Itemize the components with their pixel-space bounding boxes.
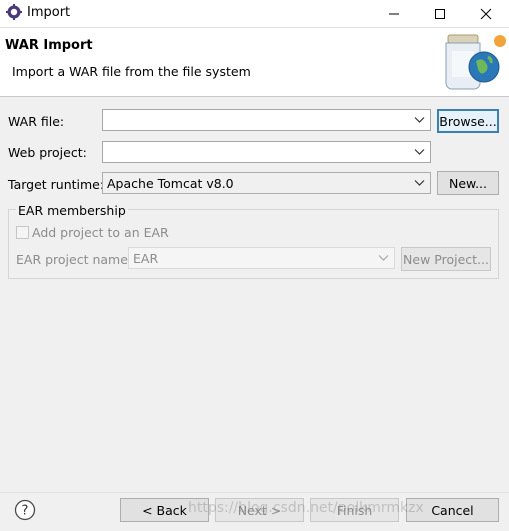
- ear-project-value: EAR: [133, 251, 159, 266]
- window-titlebar: Import: [0, 0, 509, 28]
- ear-project-combo[interactable]: EAR: [128, 247, 395, 269]
- back-button[interactable]: < Back: [120, 498, 209, 522]
- maximize-button[interactable]: [417, 0, 463, 27]
- target-runtime-label: Target runtime:: [8, 177, 105, 192]
- close-icon: [480, 8, 492, 19]
- minimize-button[interactable]: [371, 0, 417, 27]
- chevron-down-icon: [414, 117, 425, 123]
- web-project-combo[interactable]: [102, 141, 431, 163]
- browse-button[interactable]: Browse...: [437, 109, 499, 133]
- wizard-banner: WAR Import Import a WAR file from the fi…: [0, 28, 509, 97]
- svg-text:?: ?: [22, 504, 29, 519]
- eclipse-gear-icon: [6, 4, 22, 20]
- maximize-icon: [435, 8, 445, 19]
- help-question-icon[interactable]: ?: [14, 499, 36, 521]
- new-runtime-button[interactable]: New...: [437, 171, 499, 195]
- cancel-button[interactable]: Cancel: [406, 498, 499, 522]
- chevron-down-icon: [378, 255, 389, 261]
- target-runtime-value: Apache Tomcat v8.0: [107, 176, 234, 191]
- chevron-down-icon: [414, 149, 425, 155]
- footer-divider: [0, 492, 509, 493]
- chevron-down-icon: [414, 180, 425, 186]
- ear-project-name-label: EAR project name:: [16, 252, 133, 267]
- minimize-icon: [389, 13, 399, 14]
- window-title: Import: [27, 5, 71, 20]
- ear-membership-title: EAR membership: [16, 203, 128, 218]
- add-to-ear-label: Add project to an EAR: [32, 225, 169, 240]
- wizard-title: WAR Import: [5, 38, 93, 53]
- web-project-label: Web project:: [8, 145, 87, 160]
- war-file-combo[interactable]: [102, 109, 431, 131]
- finish-button[interactable]: Finish: [310, 498, 399, 522]
- add-to-ear-checkbox[interactable]: [16, 226, 29, 239]
- new-ear-project-button[interactable]: New Project...: [401, 247, 491, 271]
- target-runtime-combo[interactable]: Apache Tomcat v8.0: [102, 172, 431, 194]
- wizard-description: Import a WAR file from the file system: [12, 64, 251, 79]
- close-button[interactable]: [463, 0, 509, 27]
- war-jar-globe-icon: [445, 34, 506, 90]
- war-file-label: WAR file:: [8, 114, 65, 129]
- next-button[interactable]: Next >: [215, 498, 304, 522]
